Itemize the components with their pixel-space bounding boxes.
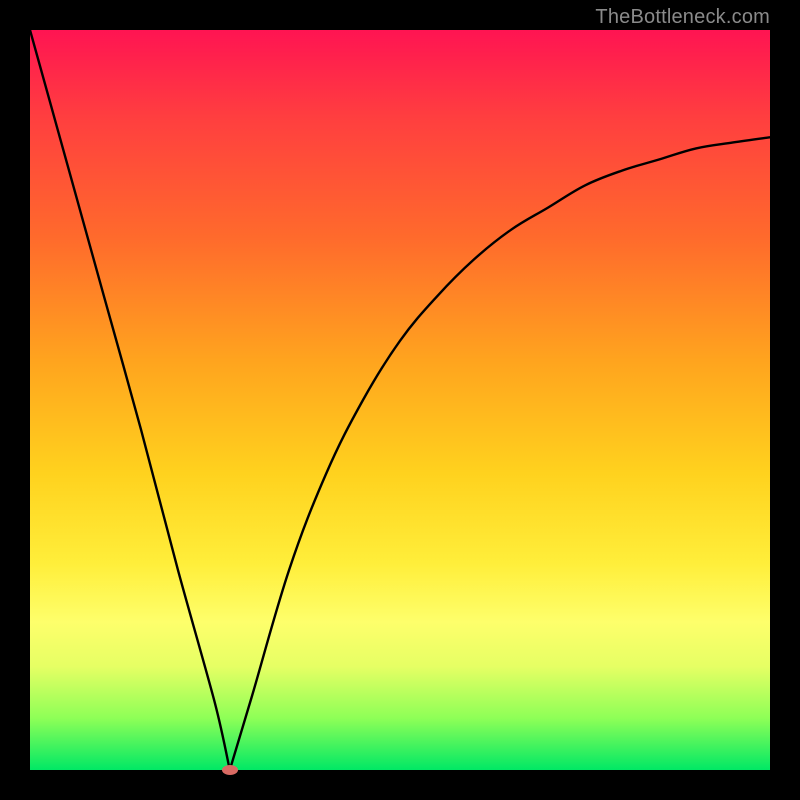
chart-frame: TheBottleneck.com [0,0,800,800]
plot-area [30,30,770,770]
bottleneck-curve [30,30,770,770]
minimum-point-marker [222,765,238,775]
curve-path [30,30,770,770]
watermark-text: TheBottleneck.com [595,6,770,29]
